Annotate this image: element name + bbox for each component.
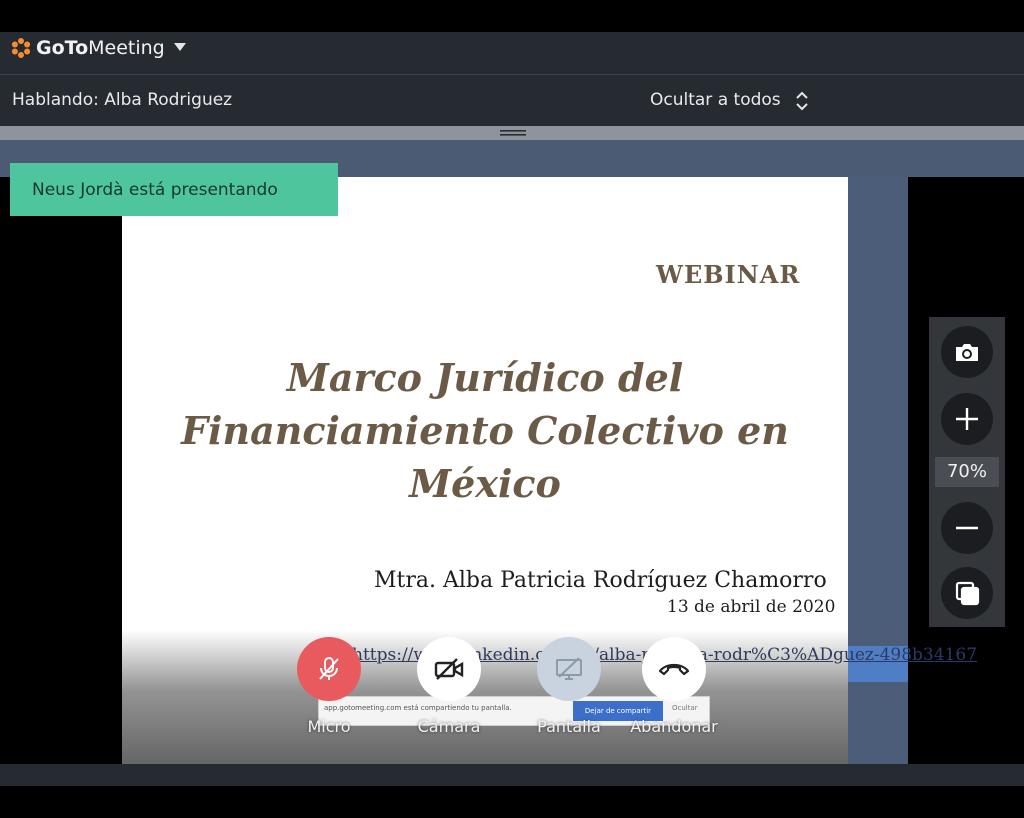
mic-label: Micro — [307, 717, 351, 736]
screen-share-notice-text: app.gotomeeting.com está compartiendo tu… — [324, 704, 512, 712]
slide-title-line-1: Marco Jurídico del — [286, 355, 684, 400]
zoom-in-button[interactable] — [941, 393, 993, 445]
hang-up-icon — [658, 663, 690, 676]
camera-button[interactable] — [417, 637, 481, 701]
drag-handle-icon[interactable] — [500, 129, 526, 137]
mic-off-icon — [319, 657, 339, 680]
zoom-level: 70% — [935, 457, 999, 487]
presenter-banner-text: Neus Jordà está presentando — [32, 180, 278, 200]
camera-label: Cámara — [417, 717, 481, 736]
slide-author: Mtra. Alba Patricia Rodríguez Chamorro — [374, 568, 827, 593]
slide-date: 13 de abril de 2020 — [667, 597, 836, 617]
camera-icon — [956, 344, 978, 361]
mic-button[interactable] — [297, 637, 361, 701]
camera-off-icon — [434, 658, 464, 680]
bottom-bar — [0, 764, 1024, 786]
gotomeeting-logo-icon — [11, 38, 31, 58]
screen-share-button[interactable] — [537, 637, 601, 701]
popout-button[interactable] — [941, 567, 993, 619]
zoom-out-button[interactable] — [941, 502, 993, 554]
brand-bold: GoTo — [36, 37, 89, 59]
brand-rest: Meeting — [88, 37, 165, 59]
hide-notice-link: Ocultar — [672, 704, 698, 712]
leave-meeting-label: Abandonar — [630, 717, 718, 736]
caret-down-icon[interactable] — [174, 43, 186, 51]
slide-tag: WEBINAR — [656, 260, 801, 289]
active-speaker-label: Hablando: Alba Rodriguez — [12, 90, 233, 110]
popout-window-icon — [955, 581, 980, 606]
screen-share-icon — [556, 657, 582, 680]
plus-icon — [956, 408, 978, 430]
hide-all-button[interactable]: Ocultar a todos — [650, 89, 781, 111]
expand-collapse-icon[interactable] — [794, 90, 810, 112]
slide-title-line-2: Financiamiento Colectivo en — [181, 408, 789, 453]
snapshot-button[interactable] — [941, 326, 993, 378]
slide-title-line-3: México — [409, 461, 561, 506]
minus-icon — [956, 526, 978, 530]
leave-meeting-button[interactable] — [642, 637, 706, 701]
app-brand[interactable]: GoToMeeting — [36, 36, 165, 60]
